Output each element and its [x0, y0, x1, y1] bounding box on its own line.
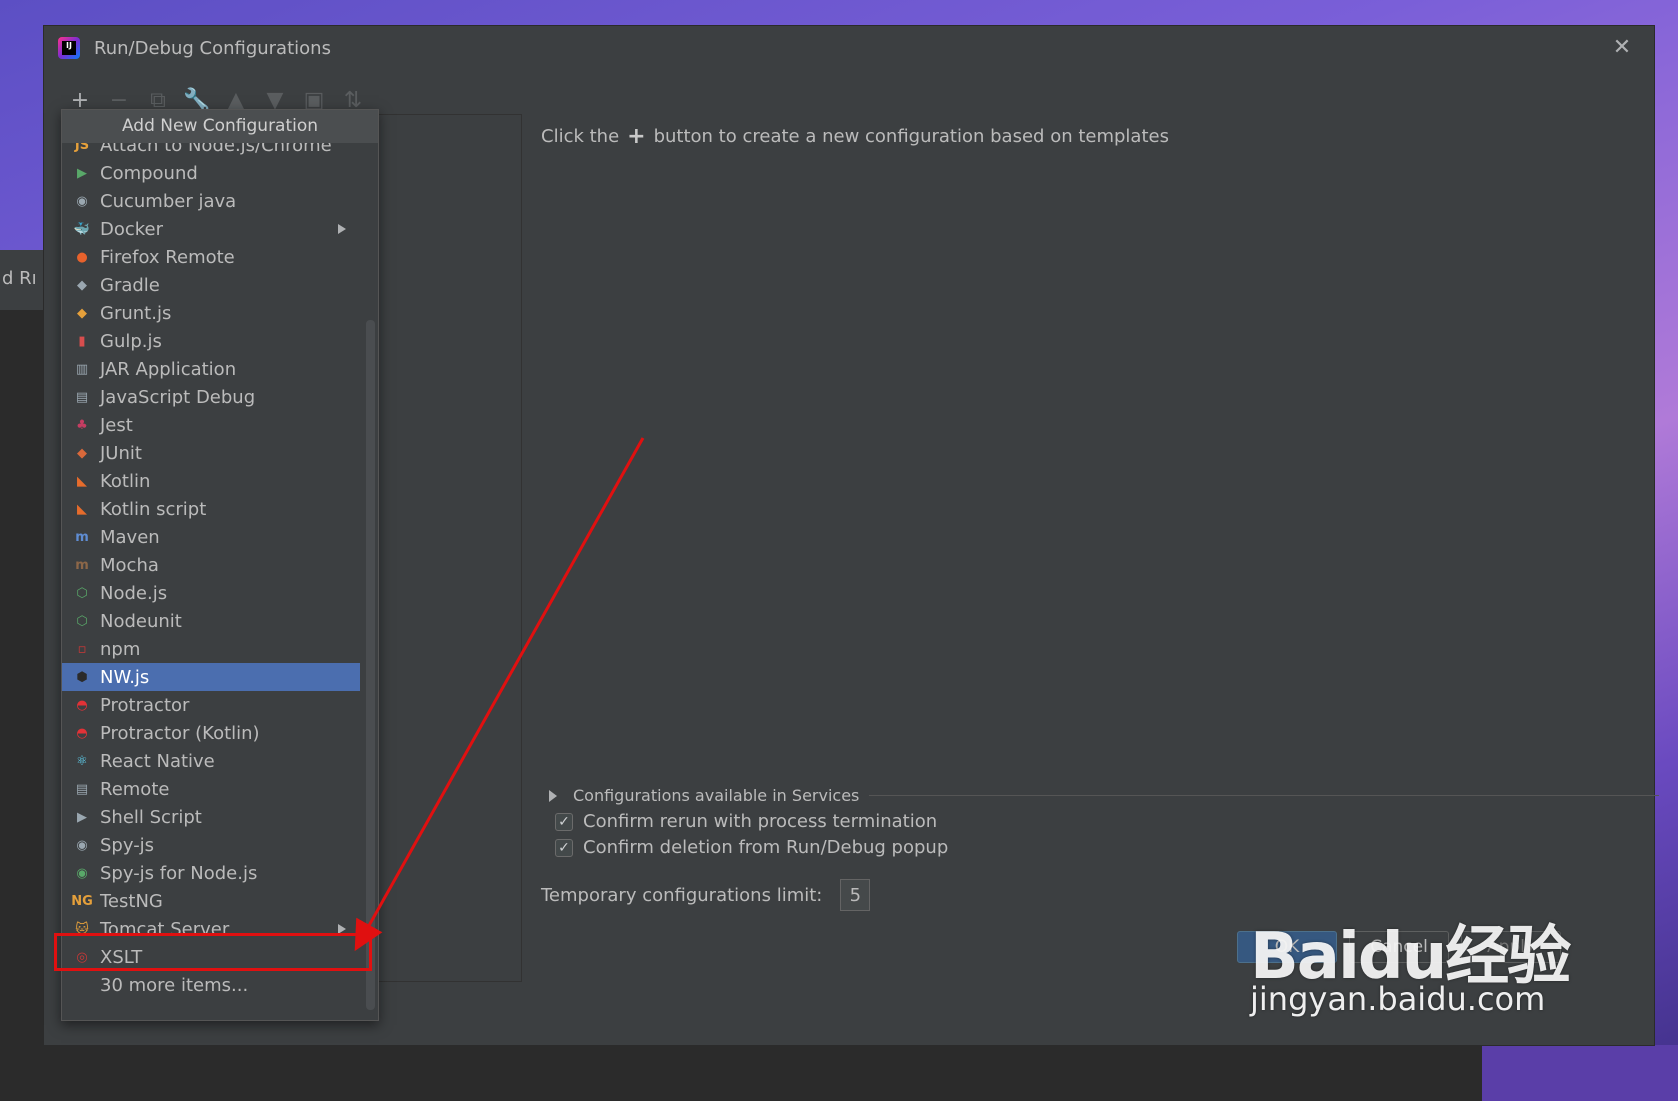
watermark-url: jingyan.baidu.com [1250, 980, 1546, 1018]
baidu-watermark: Baidu经验 jingyan.baidu.com [1250, 880, 1640, 1030]
popup-header: Add New Configuration [62, 110, 378, 143]
